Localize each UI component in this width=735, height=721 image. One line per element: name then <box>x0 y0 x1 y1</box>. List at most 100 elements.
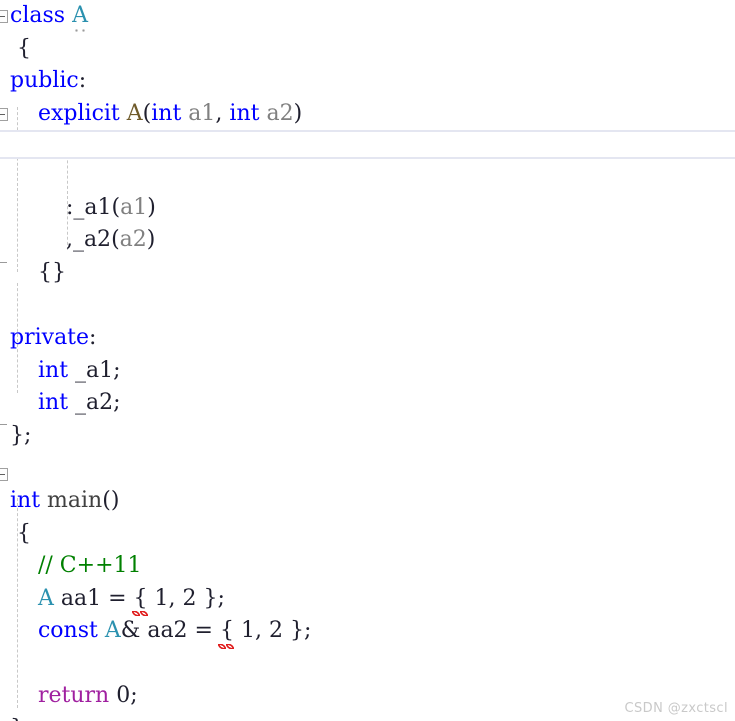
code-token: { <box>10 520 31 546</box>
code-line-text: A aa1 = { 1, 2 }; <box>0 583 225 616</box>
code-token: int <box>37 357 69 383</box>
code-token: }; <box>10 422 32 448</box>
code-token: ( <box>111 194 121 220</box>
code-token: _a2; <box>68 390 121 416</box>
code-line[interactable] <box>0 648 735 681</box>
code-token: A <box>37 585 54 611</box>
code-token: A <box>104 618 121 644</box>
code-line[interactable]: int main() <box>0 485 735 518</box>
code-line-text: } <box>0 713 24 721</box>
code-line[interactable]: explicit A(int a1, int a2) <box>0 98 735 131</box>
code-line-text: }; <box>0 420 31 453</box>
csdn-watermark: CSDN @zxctscl <box>624 701 728 716</box>
code-token: a2 <box>266 100 294 126</box>
code-token: explicit <box>37 100 120 126</box>
code-token: { <box>10 35 31 61</box>
code-token: 0; <box>109 683 138 709</box>
code-line[interactable]: private: <box>0 322 735 355</box>
error-squiggle-token: { <box>131 583 148 616</box>
code-token: _a1; <box>68 357 121 383</box>
code-line-text: return 0; <box>0 680 138 713</box>
code-line-text: {} <box>0 257 66 290</box>
code-line[interactable]: }; <box>0 420 735 453</box>
code-line-text: { <box>0 518 31 551</box>
code-token: main <box>47 487 103 513</box>
code-line[interactable]: {} <box>0 257 735 290</box>
code-line[interactable]: ,_a2(a2) <box>0 224 735 257</box>
code-token: int <box>151 100 182 126</box>
code-token: public <box>10 68 79 94</box>
code-line[interactable]: public: <box>0 65 735 98</box>
code-token: 1, 2 }; <box>233 618 312 644</box>
code-token: const <box>37 618 98 644</box>
code-line[interactable]: class A <box>0 0 735 33</box>
intellisense-hint-token: A <box>72 0 88 33</box>
code-token: ) <box>147 194 156 220</box>
code-token: A <box>126 100 143 126</box>
code-line-text: :_a1(a1) <box>0 192 156 225</box>
code-line-text: // C++11 <box>0 550 142 583</box>
code-line-current[interactable] <box>0 130 735 159</box>
code-token: : <box>78 68 87 94</box>
code-line-text: private: <box>0 322 96 355</box>
code-token: :_a1 <box>10 194 112 220</box>
code-line[interactable] <box>0 159 735 192</box>
code-token: ) <box>293 100 303 126</box>
code-line-text: class A <box>0 0 88 33</box>
code-line-text: int _a2; <box>0 387 121 420</box>
code-token: ( <box>142 100 152 126</box>
code-line[interactable]: // C++11 <box>0 550 735 583</box>
code-line[interactable] <box>0 289 735 322</box>
code-token: 1, 2 }; <box>147 585 225 611</box>
code-token: aa1 = <box>53 585 134 611</box>
error-squiggle-token: { <box>217 615 234 649</box>
code-token: () <box>102 487 120 513</box>
code-line-text: int _a1; <box>0 355 121 388</box>
code-token: int <box>37 390 69 416</box>
code-line[interactable]: { <box>0 518 735 551</box>
code-token: a2 <box>119 227 147 253</box>
code-line-text: { <box>0 33 31 66</box>
code-token: // C++11 <box>37 553 142 579</box>
code-line[interactable]: int _a2; <box>0 387 735 420</box>
code-line[interactable]: const A& aa2 = { 1, 2 }; <box>0 615 735 649</box>
code-line[interactable] <box>0 452 735 485</box>
code-line-text: explicit A(int a1, int a2) <box>0 98 302 131</box>
code-token: ) <box>146 227 156 253</box>
code-line-text: const A& aa2 = { 1, 2 }; <box>0 615 312 649</box>
code-token: a1 <box>120 194 148 220</box>
code-line[interactable]: { <box>0 33 735 66</box>
code-token: class <box>10 3 66 28</box>
code-token: return <box>37 683 110 709</box>
code-token: ( <box>111 227 120 253</box>
code-token: } <box>10 716 24 721</box>
code-line[interactable]: :_a1(a1) <box>0 192 735 225</box>
code-line[interactable]: A aa1 = { 1, 2 }; <box>0 583 735 616</box>
code-lines-container[interactable]: class A { public: explicit A(int a1, int … <box>0 0 735 721</box>
code-token: {} <box>10 259 66 285</box>
code-token: a1 <box>188 100 216 126</box>
code-token: ,_a2 <box>10 227 112 253</box>
code-token: int <box>10 487 41 513</box>
code-line-text: ,_a2(a2) <box>0 224 155 257</box>
code-token: int <box>229 100 260 126</box>
code-token: & aa2 = <box>120 618 220 644</box>
code-editor-surface[interactable]: class A { public: explicit A(int a1, int … <box>0 0 735 721</box>
code-line[interactable]: int _a1; <box>0 355 735 388</box>
code-token: private <box>10 324 90 350</box>
